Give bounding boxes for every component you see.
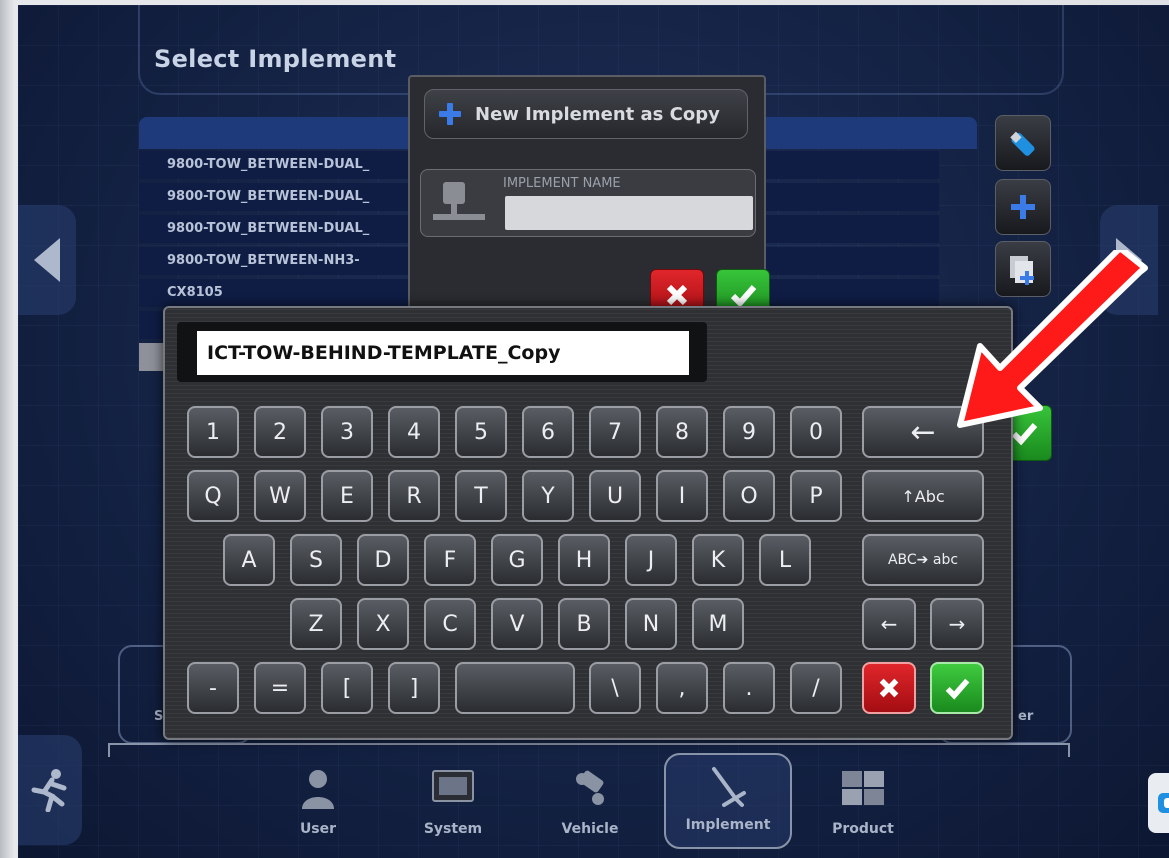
key-0[interactable]: 0 bbox=[790, 406, 842, 458]
add-icon bbox=[1011, 195, 1035, 219]
key-i[interactable]: I bbox=[656, 470, 708, 522]
keyboard-cancel-button[interactable] bbox=[862, 662, 916, 714]
key-1[interactable]: 1 bbox=[187, 406, 239, 458]
case-toggle-key[interactable]: ABC➔ abc bbox=[862, 534, 984, 586]
key-slash[interactable]: / bbox=[790, 662, 842, 714]
key-g[interactable]: G bbox=[491, 534, 543, 586]
dialog-header: New Implement as Copy bbox=[424, 89, 748, 139]
left-card-label: S bbox=[154, 709, 164, 724]
implement-icon bbox=[433, 182, 485, 220]
dialog-title: New Implement as Copy bbox=[475, 103, 720, 125]
key-8[interactable]: 8 bbox=[656, 406, 708, 458]
key-s[interactable]: S bbox=[290, 534, 342, 586]
product-icon bbox=[842, 771, 884, 805]
key-right-bracket[interactable]: ] bbox=[388, 662, 440, 714]
usb-export-button[interactable] bbox=[995, 115, 1051, 171]
nav-vehicle-label: Vehicle bbox=[561, 821, 619, 837]
key-e[interactable]: E bbox=[321, 470, 373, 522]
cursor-left-key[interactable]: ← bbox=[862, 598, 916, 650]
key-minus[interactable]: - bbox=[187, 662, 239, 714]
run-screen-button[interactable] bbox=[18, 735, 82, 845]
key-v[interactable]: V bbox=[491, 598, 543, 650]
nav-product[interactable]: Product bbox=[813, 761, 913, 851]
key-2[interactable]: 2 bbox=[254, 406, 306, 458]
key-comma[interactable]: , bbox=[656, 662, 708, 714]
page-title: Select Implement bbox=[154, 45, 397, 73]
previous-page-button[interactable] bbox=[18, 205, 76, 315]
chevron-left-icon bbox=[34, 238, 60, 282]
key-m[interactable]: M bbox=[692, 598, 744, 650]
key-h[interactable]: H bbox=[558, 534, 610, 586]
system-icon bbox=[432, 770, 474, 802]
nav-user-label: User bbox=[299, 821, 337, 837]
vehicle-icon bbox=[576, 770, 604, 805]
user-icon bbox=[302, 770, 334, 809]
nav-vehicle[interactable]: Vehicle bbox=[540, 761, 640, 851]
key-left-bracket[interactable]: [ bbox=[321, 662, 373, 714]
check-icon bbox=[945, 678, 970, 700]
key-l[interactable]: L bbox=[759, 534, 811, 586]
nav-implement[interactable]: Implement bbox=[664, 753, 792, 849]
implement-nav-icon bbox=[712, 767, 746, 807]
key-r[interactable]: R bbox=[388, 470, 440, 522]
right-card-label: er bbox=[1018, 709, 1034, 724]
key-6[interactable]: 6 bbox=[522, 406, 574, 458]
cursor-right-key[interactable]: → bbox=[930, 598, 984, 650]
usb-icon bbox=[1010, 131, 1035, 156]
nav-product-label: Product bbox=[832, 821, 894, 837]
implement-name-field[interactable] bbox=[505, 196, 753, 230]
support-icon bbox=[1157, 793, 1169, 813]
key-j[interactable]: J bbox=[625, 534, 677, 586]
running-man-icon bbox=[31, 769, 67, 812]
shift-key[interactable]: ↑Abc bbox=[862, 470, 984, 522]
annotation-arrow bbox=[957, 250, 1148, 428]
key-equals[interactable]: = bbox=[254, 662, 306, 714]
key-a[interactable]: A bbox=[223, 534, 275, 586]
text-entry-field[interactable]: ICT-TOW-BEHIND-TEMPLATE_Copy bbox=[197, 331, 689, 375]
text-entry-frame: ICT-TOW-BEHIND-TEMPLATE_Copy bbox=[177, 322, 707, 382]
key-5[interactable]: 5 bbox=[455, 406, 507, 458]
key-b[interactable]: B bbox=[558, 598, 610, 650]
onscreen-keyboard: ICT-TOW-BEHIND-TEMPLATE_Copy 1 2 3 4 5 6… bbox=[163, 306, 1013, 740]
key-t[interactable]: T bbox=[455, 470, 507, 522]
key-w[interactable]: W bbox=[254, 470, 306, 522]
key-4[interactable]: 4 bbox=[388, 406, 440, 458]
key-f[interactable]: F bbox=[424, 534, 476, 586]
space-key[interactable] bbox=[455, 662, 575, 714]
add-implement-button[interactable] bbox=[995, 179, 1051, 235]
key-backslash[interactable]: \ bbox=[589, 662, 641, 714]
nav-separator bbox=[108, 743, 1070, 757]
key-p[interactable]: P bbox=[790, 470, 842, 522]
close-icon bbox=[879, 678, 899, 698]
key-o[interactable]: O bbox=[723, 470, 775, 522]
implement-name-panel: IMPLEMENT NAME bbox=[420, 169, 756, 237]
key-q[interactable]: Q bbox=[187, 470, 239, 522]
separator-tick bbox=[1068, 743, 1070, 757]
remote-support-button[interactable] bbox=[1148, 773, 1169, 833]
key-x[interactable]: X bbox=[357, 598, 409, 650]
nav-system[interactable]: System bbox=[403, 761, 503, 851]
nav-user[interactable]: User bbox=[268, 761, 368, 851]
separator-tick bbox=[108, 743, 110, 757]
key-d[interactable]: D bbox=[357, 534, 409, 586]
key-7[interactable]: 7 bbox=[589, 406, 641, 458]
key-u[interactable]: U bbox=[589, 470, 641, 522]
close-icon bbox=[666, 284, 688, 306]
nav-implement-label: Implement bbox=[685, 817, 771, 833]
key-n[interactable]: N bbox=[625, 598, 677, 650]
plus-icon bbox=[439, 103, 461, 125]
keyboard-ok-button[interactable] bbox=[930, 662, 984, 714]
key-k[interactable]: K bbox=[692, 534, 744, 586]
key-z[interactable]: Z bbox=[290, 598, 342, 650]
key-3[interactable]: 3 bbox=[321, 406, 373, 458]
key-y[interactable]: Y bbox=[522, 470, 574, 522]
new-implement-dialog: New Implement as Copy IMPLEMENT NAME bbox=[408, 75, 770, 329]
key-9[interactable]: 9 bbox=[723, 406, 775, 458]
nav-system-label: System bbox=[423, 821, 483, 837]
implement-name-label: IMPLEMENT NAME bbox=[503, 176, 621, 191]
key-c[interactable]: C bbox=[424, 598, 476, 650]
key-period[interactable]: . bbox=[723, 662, 775, 714]
